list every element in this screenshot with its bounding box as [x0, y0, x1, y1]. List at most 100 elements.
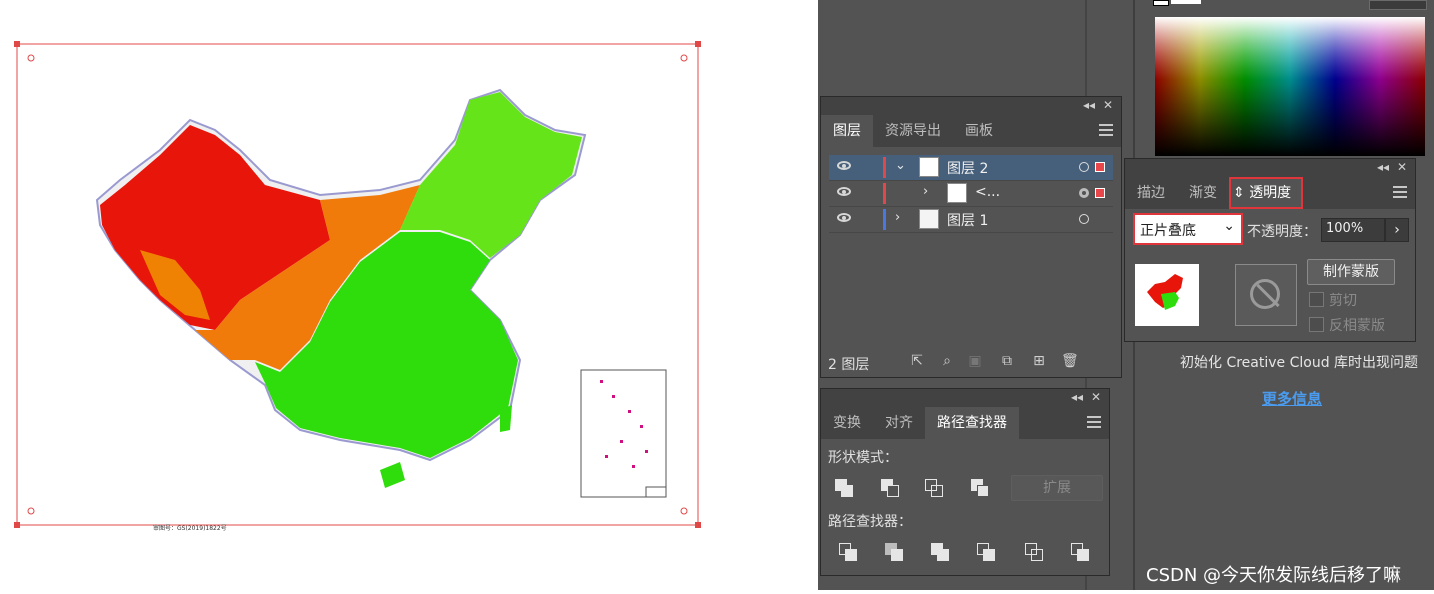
china-map-image — [95, 88, 587, 488]
chevron-right-icon[interactable]: › — [895, 210, 900, 225]
collapse-icon[interactable]: ◂◂ — [1377, 160, 1389, 174]
collapse-icon[interactable]: ◂◂ — [1071, 390, 1083, 404]
pathfinder-tabs: 变换 对齐 路径查找器 — [821, 407, 1109, 439]
close-icon[interactable]: ✕ — [1091, 390, 1101, 404]
opacity-label: 不透明度： — [1247, 224, 1317, 240]
layer-row[interactable]: ⌄ 图层 2 — [829, 155, 1113, 181]
exclude-icon[interactable] — [971, 479, 989, 497]
target-circle-icon[interactable] — [1079, 214, 1089, 224]
layer-name[interactable]: 图层 1 — [947, 210, 988, 230]
target-circle-icon[interactable] — [1079, 162, 1089, 172]
trim-icon[interactable] — [885, 543, 903, 561]
visibility-eye-icon[interactable] — [837, 213, 851, 222]
clip-checkbox[interactable] — [1309, 292, 1324, 307]
layer-thumbnail — [919, 209, 939, 229]
color-panel — [1143, 0, 1434, 160]
make-mask-button[interactable]: 制作蒙版 — [1307, 259, 1395, 285]
stroke-swatch[interactable] — [1171, 0, 1201, 4]
invert-mask-label: 反相蒙版 — [1329, 318, 1385, 334]
tab-stroke[interactable]: 描边 — [1125, 177, 1177, 209]
transparency-tabs: 描边 渐变 ⇕ 透明度 — [1125, 177, 1415, 209]
blend-mode-select[interactable]: 正片叠底 ⌄ — [1133, 213, 1243, 245]
layers-tabs: 图层 资源导出 画板 — [821, 115, 1121, 147]
watermark-text: CSDN @今天你发际线后移了嘛 — [1146, 565, 1402, 586]
layer-row[interactable]: › <... — [829, 181, 1113, 207]
tab-layers[interactable]: 图层 — [821, 115, 873, 147]
merge-icon[interactable] — [931, 543, 949, 561]
layer-name[interactable]: <... — [975, 184, 1000, 200]
tab-artboards[interactable]: 画板 — [953, 115, 1005, 147]
outline-icon[interactable] — [1025, 543, 1043, 561]
invert-mask-checkbox[interactable] — [1309, 317, 1324, 332]
map-thumbnail-icon — [1147, 274, 1183, 310]
layers-panel: ◂◂ ✕ 图层 资源导出 画板 ⌄ 图层 2 › <... › 图层 1 2 图… — [820, 96, 1122, 378]
tab-gradient[interactable]: 渐变 — [1177, 177, 1229, 209]
panel-menu-icon[interactable] — [1393, 186, 1407, 201]
blend-mode-value: 正片叠底 — [1140, 223, 1196, 239]
panel-titlebar[interactable]: ◂◂ ✕ — [821, 97, 1121, 115]
layer-color-stripe — [883, 183, 886, 204]
tab-asset-export[interactable]: 资源导出 — [873, 115, 953, 147]
delete-icon[interactable]: 🗑 — [1061, 353, 1079, 369]
tab-arrows-icon: ⇕ — [1233, 185, 1245, 201]
layer-count: 2 图层 — [828, 357, 870, 373]
layer-name[interactable]: 图层 2 — [947, 158, 988, 178]
transparency-panel: ◂◂ ✕ 描边 渐变 ⇕ 透明度 正片叠底 ⌄ 不透明度： 100% › 制作蒙… — [1124, 158, 1416, 342]
tab-pathfinder[interactable]: 路径查找器 — [925, 407, 1019, 439]
chevron-right-icon[interactable]: › — [1385, 218, 1409, 242]
crop-icon[interactable] — [977, 543, 995, 561]
selection-indicator[interactable] — [1095, 188, 1105, 198]
opacity-input[interactable]: 100% — [1321, 218, 1385, 242]
minus-back-icon[interactable] — [1071, 543, 1089, 561]
visibility-eye-icon[interactable] — [837, 187, 851, 196]
close-icon[interactable]: ✕ — [1103, 98, 1113, 112]
chevron-right-icon[interactable]: › — [923, 184, 928, 199]
selection-indicator[interactable] — [1095, 162, 1105, 172]
shape-modes-label: 形状模式： — [828, 450, 898, 466]
search-icon[interactable]: ⌕ — [939, 353, 955, 369]
divide-icon[interactable] — [839, 543, 857, 561]
pathfinders-label: 路径查找器： — [828, 514, 912, 530]
close-icon[interactable]: ✕ — [1397, 160, 1407, 174]
canvas-workspace[interactable]: 审图号：GS(2019)1822号 — [0, 0, 818, 590]
artboard-view[interactable]: 审图号：GS(2019)1822号 — [0, 0, 818, 590]
layer-color-stripe — [883, 157, 886, 178]
mask-thumbnail[interactable] — [1235, 264, 1297, 326]
panel-menu-icon[interactable] — [1099, 124, 1113, 139]
target-circle-icon[interactable] — [1079, 188, 1089, 198]
panel-titlebar[interactable]: ◂◂ ✕ — [1125, 159, 1415, 177]
tab-transform[interactable]: 变换 — [821, 407, 873, 439]
opacity-value: 100% — [1326, 221, 1364, 236]
make-clipping-mask-icon[interactable]: ⧉ — [999, 353, 1015, 369]
expand-button[interactable]: 扩展 — [1011, 475, 1103, 501]
map-footnote: 审图号：GS(2019)1822号 — [153, 524, 227, 532]
export-icon[interactable]: ⇱ — [909, 353, 925, 369]
south-china-sea-inset — [580, 369, 667, 498]
fill-swatch[interactable] — [1153, 0, 1169, 6]
intersect-icon[interactable] — [925, 479, 943, 497]
tab-align[interactable]: 对齐 — [873, 407, 925, 439]
color-value-field[interactable] — [1369, 0, 1427, 10]
pathfinder-panel: ◂◂ ✕ 变换 对齐 路径查找器 形状模式： 扩展 路径查找器： — [820, 388, 1110, 576]
panel-titlebar[interactable]: ◂◂ ✕ — [821, 389, 1109, 407]
layer-thumbnail — [947, 183, 967, 203]
chevron-down-icon[interactable]: ⌄ — [895, 158, 906, 173]
new-sublayer-icon[interactable]: ⊞ — [1031, 353, 1047, 369]
visibility-eye-icon[interactable] — [837, 161, 851, 170]
chevron-down-icon: ⌄ — [1223, 218, 1235, 234]
layer-thumbnail — [919, 157, 939, 177]
minus-front-icon[interactable] — [881, 479, 899, 497]
color-spectrum[interactable] — [1155, 17, 1425, 156]
collect-export-icon[interactable]: ▣ — [967, 353, 983, 369]
panel-menu-icon[interactable] — [1087, 416, 1101, 431]
unite-icon[interactable] — [835, 479, 853, 497]
more-info-link[interactable]: 更多信息 — [1262, 388, 1322, 409]
layer-color-stripe — [883, 209, 886, 230]
clip-label: 剪切 — [1329, 293, 1357, 309]
layer-row[interactable]: › 图层 1 — [829, 207, 1113, 233]
object-thumbnail[interactable] — [1135, 264, 1199, 326]
layers-list: ⌄ 图层 2 › <... › 图层 1 — [821, 148, 1121, 348]
layers-footer: 2 图层 ⇱ ⌕ ▣ ⧉ ⊞ 🗑 — [821, 349, 1121, 377]
collapse-icon[interactable]: ◂◂ — [1083, 98, 1095, 112]
tab-transparency[interactable]: ⇕ 透明度 — [1229, 177, 1304, 209]
